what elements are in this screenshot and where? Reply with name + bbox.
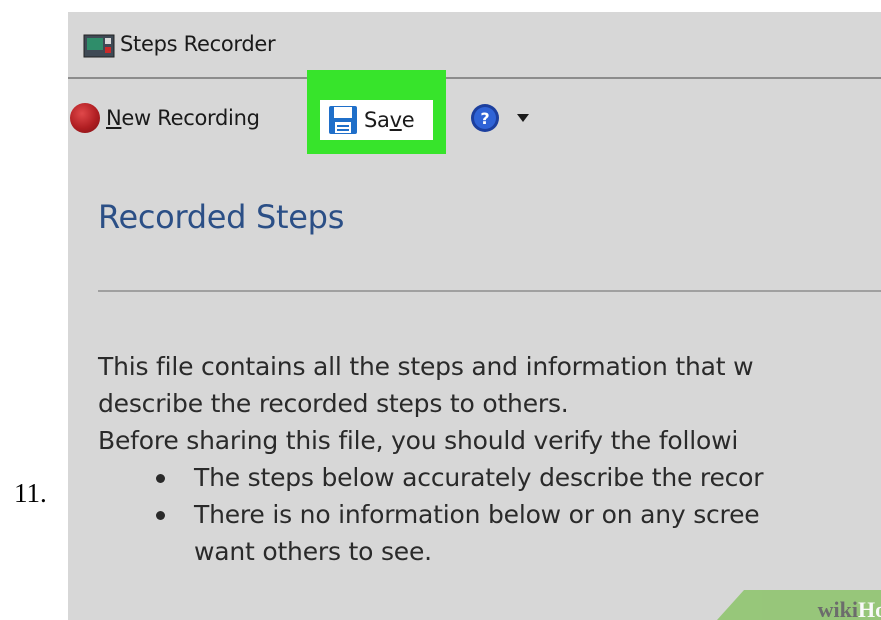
help-question-icon: ?: [471, 104, 499, 132]
title-divider: [68, 77, 881, 79]
section-divider: [98, 290, 881, 292]
title-bar: Steps Recorder: [68, 12, 881, 78]
help-button[interactable]: ?: [470, 100, 530, 136]
save-label: Save: [364, 108, 415, 132]
wikihow-watermark: wikiHow: [708, 590, 881, 620]
window-title: Steps Recorder: [120, 32, 276, 56]
floppy-disk-icon: [329, 106, 357, 134]
svg-text:?: ?: [480, 109, 489, 128]
paragraph-line: This file contains all the steps and inf…: [98, 352, 754, 381]
steps-recorder-window: Steps Recorder New Recording Save ? Reco…: [68, 12, 881, 620]
list-item: The steps below accurately describe the …: [98, 459, 881, 496]
new-recording-label: New Recording: [106, 106, 260, 130]
recorded-steps-heading: Recorded Steps: [98, 198, 345, 236]
save-button[interactable]: Save: [320, 100, 433, 140]
step-number: 11.: [14, 478, 47, 508]
chevron-down-icon[interactable]: [516, 113, 530, 123]
new-recording-button[interactable]: New Recording: [70, 98, 260, 138]
paragraph-line: describe the recorded steps to others.: [98, 389, 569, 418]
steps-recorder-app-icon: [83, 34, 115, 58]
list-item: There is no information below or on any …: [98, 496, 881, 570]
instructions-text: This file contains all the steps and inf…: [98, 348, 881, 570]
record-icon: [70, 103, 100, 133]
paragraph-line: Before sharing this file, you should ver…: [98, 426, 739, 455]
verification-list: The steps below accurately describe the …: [98, 459, 881, 570]
